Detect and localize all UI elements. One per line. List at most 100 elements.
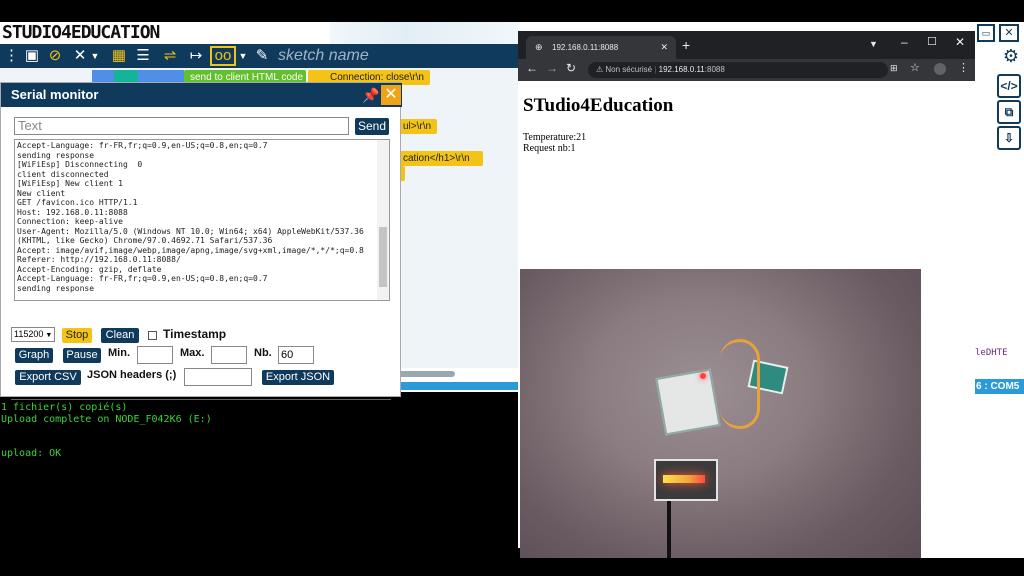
side-code-fragment: leDHTE: [975, 348, 1008, 358]
temperature-text: Temperature:21: [523, 132, 587, 143]
log-line: sending response: [17, 150, 95, 160]
max-label: Max.: [180, 347, 205, 359]
pause-button[interactable]: Pause: [63, 348, 101, 363]
nb-input[interactable]: 60: [278, 346, 314, 364]
send-button[interactable]: Send: [355, 118, 389, 135]
forward-icon[interactable]: →: [546, 61, 558, 75]
checklist-icon[interactable]: ☰: [133, 46, 153, 66]
chevron-down-icon: ▼: [45, 332, 53, 339]
close-tab-icon[interactable]: ✕: [660, 36, 668, 59]
glasses-icon[interactable]: oo: [210, 46, 236, 66]
window-mode-icon[interactable]: ▭: [977, 24, 995, 42]
export-csv-button[interactable]: Export CSV: [15, 370, 81, 385]
log-line: Connection: keep-alive: [17, 217, 123, 226]
download-file-icon[interactable]: ⇩: [997, 126, 1021, 150]
export-json-button[interactable]: Export JSON: [262, 370, 334, 385]
cable-wire: [667, 499, 671, 558]
page-heading: STudio4Education: [523, 95, 674, 116]
board-chip-icon[interactable]: ▦: [108, 46, 130, 66]
reload-icon[interactable]: ↻: [566, 61, 576, 75]
web-page: STudio4Education Temperature:21 Request …: [518, 81, 975, 558]
back-icon[interactable]: ←: [526, 61, 538, 75]
log-line: Host: 192.168.0.11:8088: [17, 207, 128, 217]
logo-banner-decoration: [330, 22, 520, 44]
led-bar-glow: [663, 475, 705, 483]
copy-icon[interactable]: ⧉: [997, 100, 1021, 124]
microcontroller-board: [655, 368, 721, 436]
log-line: Accept-Language: fr-FR,fr;q=0.9,en-US;q=…: [17, 274, 268, 283]
browser-tab[interactable]: ⊕ 192.168.0.11:8088 ✕: [526, 36, 676, 59]
html-string-block-h1[interactable]: cation</h1>\r\n: [397, 151, 483, 166]
settings-gear-icon[interactable]: ⚙: [1001, 46, 1021, 66]
stop-button[interactable]: Stop: [62, 328, 92, 343]
pencil-icon[interactable]: ✎: [252, 46, 272, 66]
html-string-block-ul[interactable]: ul>\r\n: [397, 119, 438, 134]
more-menu-icon[interactable]: ⋮: [958, 61, 969, 74]
pin-icon[interactable]: 📌: [362, 86, 379, 104]
hide-eye-icon[interactable]: ⊘: [44, 46, 66, 66]
json-headers-input[interactable]: [184, 368, 252, 386]
red-led-indicator: [700, 373, 706, 379]
nb-label: Nb.: [254, 347, 272, 359]
warning-icon: ⚠: [596, 65, 606, 74]
code-view-icon[interactable]: </>: [997, 74, 1021, 98]
log-line: Referer: http://192.168.0.11:8088/: [17, 255, 181, 264]
log-line: client disconnected: [17, 169, 109, 179]
bookmark-star-icon[interactable]: ☆: [910, 61, 920, 74]
translate-icon[interactable]: ⊞: [890, 63, 898, 74]
divider: [11, 399, 391, 400]
letterbox-top: [0, 0, 1024, 22]
min-input[interactable]: [137, 346, 173, 364]
tab-search-icon[interactable]: ▼: [869, 39, 878, 49]
serial-text-input[interactable]: Text: [14, 117, 349, 135]
dropdown-caret-icon[interactable]: ▼: [90, 46, 100, 66]
baud-rate-select[interactable]: 115200 ▼: [11, 327, 55, 342]
console-line: upload: OK: [1, 448, 62, 459]
main-toolbar: ⋮ ▣ ⊘ ✕ ▼ ▦ ☰ ⇌ ↦ oo ▼ ✎ sketch name: [0, 44, 520, 68]
log-line: New client: [17, 188, 66, 198]
not-secure-label: Non sécurisé: [605, 65, 653, 74]
log-line: Accept: image/avif,image/webp,image/apng…: [17, 245, 364, 255]
url-port: :8088: [704, 65, 725, 74]
json-headers-label: JSON headers (;): [87, 369, 177, 381]
graph-button[interactable]: Graph: [15, 348, 53, 363]
close-icon[interactable]: ✕: [955, 35, 965, 49]
tab-bar: ⊕ 192.168.0.11:8088 ✕ + ▼ – ☐ ✕: [518, 31, 975, 59]
minimize-icon[interactable]: –: [901, 35, 908, 49]
url-field[interactable]: ⚠ Non sécurisé | 192.168.0.11:8088: [588, 62, 888, 78]
workspace-scrollbar[interactable]: [395, 371, 455, 377]
tools-icon[interactable]: ✕: [70, 46, 90, 66]
right-sidebar: ▭ ✕ ⚙ </> ⧉ ⇩ leDHTE 6 : COM5 ▪ ⌫: [971, 22, 1024, 558]
toolbox-icon[interactable]: ▣: [22, 46, 42, 66]
maximize-icon[interactable]: ☐: [927, 35, 937, 48]
letterbox-bottom: [0, 558, 1024, 576]
serial-log[interactable]: Accept-Language: fr-FR,fr;q=0.9,en-US;q=…: [14, 139, 390, 301]
ide-window: STUDIO4EDUCATION ⋮ ▣ ⊘ ✕ ▼ ▦ ☰ ⇌ ↦ oo ▼ …: [0, 22, 1024, 558]
eraser-icon[interactable]: ⌫: [993, 404, 1019, 424]
log-line: [WiFiEsp] Disconnecting 0: [17, 160, 143, 169]
baud-rate-value: 115200: [14, 329, 44, 339]
log-line: [WiFiEsp] New client 1: [17, 179, 123, 188]
close-window-icon[interactable]: ✕: [999, 24, 1019, 42]
new-tab-icon[interactable]: +: [682, 37, 690, 53]
export-icon[interactable]: ↦: [186, 46, 206, 66]
sketch-name-input[interactable]: sketch name: [278, 44, 369, 68]
clean-button[interactable]: Clean: [101, 328, 139, 343]
log-line: GET /favicon.ico HTTP/1.1: [17, 198, 138, 207]
tab-title: 192.168.0.11:8088: [552, 43, 619, 52]
close-icon[interactable]: ✕: [381, 85, 401, 105]
globe-icon: ⊕: [535, 42, 543, 52]
max-input[interactable]: [211, 346, 247, 364]
browser-window: ⊕ 192.168.0.11:8088 ✕ + ▼ – ☐ ✕ ← → ↻ ⚠ …: [518, 31, 975, 558]
log-line: Accept-Language: fr-FR,fr;q=0.9,en-US;q=…: [17, 141, 268, 150]
usb-upload-icon[interactable]: ⇌: [158, 46, 182, 66]
request-count-text: Request nb:1: [523, 143, 576, 154]
menu-icon[interactable]: ⋮: [4, 46, 19, 66]
profile-icon[interactable]: [934, 63, 946, 75]
timestamp-checkbox[interactable]: [148, 331, 157, 340]
log-scrollbar-thumb[interactable]: [379, 227, 387, 287]
console-line: 1 fichier(s) copié(s): [1, 402, 128, 413]
dropdown-caret-icon[interactable]: ▼: [238, 46, 248, 66]
